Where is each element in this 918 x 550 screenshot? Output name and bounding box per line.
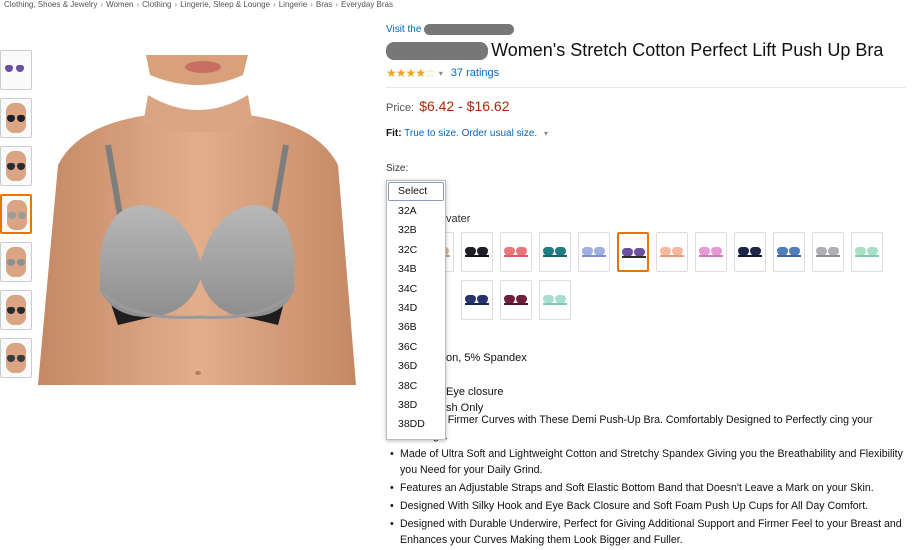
breadcrumb-separator: › [136,0,140,9]
breadcrumb-separator: › [100,0,104,9]
breadcrumb-item[interactable]: Clothing, Shoes & Jewelry [4,0,97,9]
rating-row: ★★★★☆ ▾ 37 ratings [386,65,914,81]
breadcrumb-item[interactable]: Clothing [142,0,171,9]
color-swatch-2[interactable] [461,232,493,272]
color-swatch-5[interactable] [578,232,610,272]
thumbnail-6[interactable] [0,290,32,330]
breadcrumb-item[interactable]: Lingerie [279,0,307,9]
feature-bullet: ident with Firmer Curves with These Demi… [388,412,912,444]
breadcrumb-item[interactable]: Everyday Bras [341,0,393,9]
size-dropdown-list[interactable]: Select 32A 32B 32C 34B 34C 34D 36B 36C 36D 38C 38D 3… [386,180,446,440]
color-swatch-10[interactable] [773,232,805,272]
breadcrumb: Clothing, Shoes & Jewelry › Women › Clothing… [4,0,393,12]
stars-full: ★★★★ [386,66,426,80]
fit-row: Fit: True to size. Order usual size. ▾ [386,128,914,139]
breadcrumb-item[interactable]: Lingerie, Sleep & Lounge [180,0,270,9]
size-option-34c[interactable]: 34C [387,280,445,299]
main-product-image[interactable] [38,55,356,385]
redacted-brand-name [386,41,488,60]
color-swatch-4[interactable] [539,232,571,272]
color-swatch-14[interactable] [500,280,532,320]
feature-bullet: Features an Adjustable Straps and Soft E… [388,480,912,496]
breadcrumb-separator: › [335,0,338,9]
price-label: Price: [386,102,415,114]
thumbnail-1[interactable] [0,50,32,90]
color-label: vater [446,213,471,225]
material-text: on, 5% Spandex [446,352,527,364]
thumbnail-2[interactable] [0,98,32,138]
size-option-38c[interactable]: 38C [387,377,445,396]
size-option-38d[interactable]: 38D [387,396,445,415]
color-swatch-3[interactable] [500,232,532,272]
breadcrumb-separator: › [174,0,178,9]
breadcrumb-separator: › [310,0,313,9]
color-swatch-13[interactable] [461,280,493,320]
size-option-36c[interactable]: 36C [387,338,445,357]
chevron-down-icon[interactable]: ▾ [439,69,443,78]
color-swatch-12[interactable] [851,232,883,272]
divider [386,87,906,88]
price-row: Price: $6.42 - $16.62 [386,98,914,114]
feature-bullet: Made of Ultra Soft and Lightweight Cotto… [388,446,912,478]
stars-empty: ☆ [425,66,436,80]
breadcrumb-item[interactable]: Bras [316,0,332,9]
fit-link[interactable]: True to size. Order usual size. [404,128,537,139]
thumbnail-7[interactable] [0,338,32,378]
size-option-34b[interactable]: 34B [387,260,445,279]
ratings-link[interactable]: 37 ratings [451,67,499,79]
size-option-32b[interactable]: 32B [387,221,445,240]
star-rating[interactable]: ★★★★☆ [386,66,436,80]
breadcrumb-separator: › [273,0,276,9]
brand-store-link[interactable]: Visit the [386,24,914,38]
redacted-brand [424,24,515,35]
color-swatch-11[interactable] [812,232,844,272]
thumbnail-3[interactable] [0,146,32,186]
thumbnail-4[interactable] [0,194,32,234]
title-row: Women's Stretch Cotton Perfect Lift Push… [386,40,914,64]
breadcrumb-item[interactable]: Women [106,0,133,9]
price-value: $6.42 - $16.62 [419,98,510,114]
size-option-34d[interactable]: 34D [387,299,445,318]
size-option-32c[interactable]: 32C [387,241,445,260]
product-title: Women's Stretch Cotton Perfect Lift Push… [491,40,884,60]
color-swatch-15[interactable] [539,280,571,320]
feature-bullets: ident with Firmer Curves with These Demi… [388,412,912,550]
fit-chevron-down-icon[interactable]: ▾ [544,129,548,138]
size-option-36d[interactable]: 36D [387,357,445,376]
feature-bullet: Designed with Durable Underwire, Perfect… [388,516,912,548]
detail-closure: Eye closure [446,386,504,398]
color-swatch-6[interactable] [617,232,649,272]
size-option-36b[interactable]: 36B [387,318,445,337]
thumbnail-5[interactable] [0,242,32,282]
feature-bullet: Designed With Silky Hook and Eye Back Cl… [388,498,912,514]
thumbnail-strip [0,50,32,386]
color-swatch-8[interactable] [695,232,727,272]
size-option-38dd[interactable]: 38DD [387,415,445,434]
size-option-32a[interactable]: 32A [387,202,445,221]
model-image [38,55,356,385]
product-info: Visit the Women's Stretch Cotton Perfect… [386,24,914,174]
color-swatch-7[interactable] [656,232,688,272]
size-label: Size: [386,163,409,174]
fit-label: Fit: [386,128,402,139]
visit-label: Visit the [386,24,422,36]
color-swatch-9[interactable] [734,232,766,272]
size-option-select[interactable]: Select [388,182,444,201]
